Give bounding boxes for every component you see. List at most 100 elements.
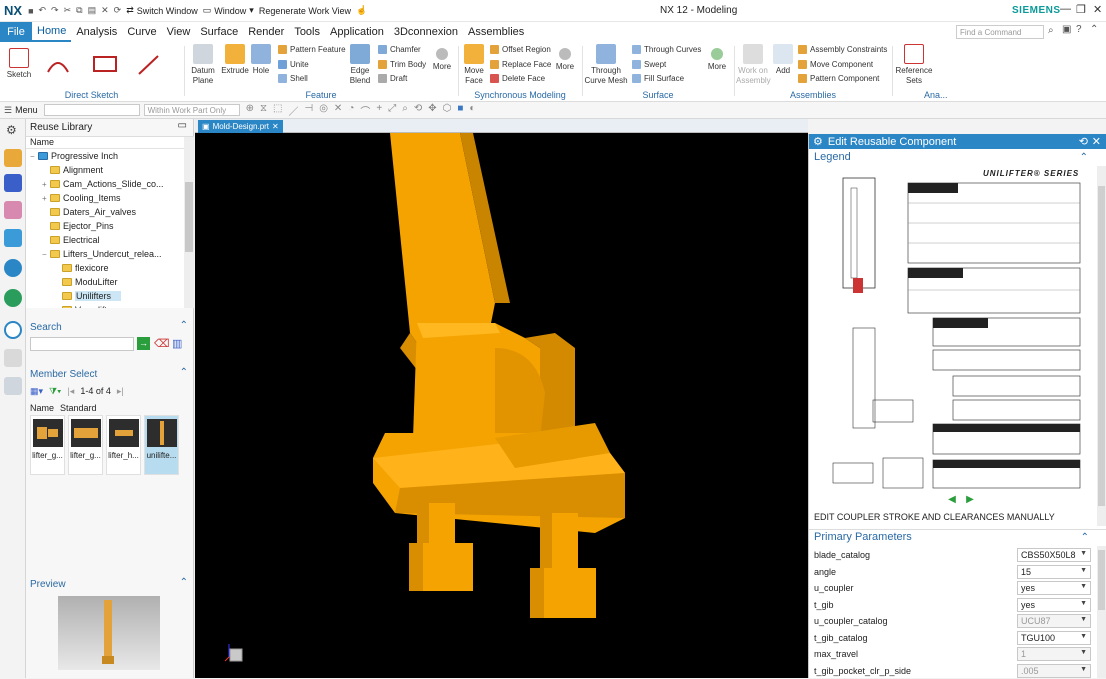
history-icon[interactable] <box>4 321 22 339</box>
extrude-button[interactable]: Extrude <box>220 44 250 76</box>
fit-icon[interactable]: ⤢ <box>388 103 396 118</box>
maximize-panel-icon[interactable]: ▭ <box>178 120 187 131</box>
tab-analysis[interactable]: Analysis <box>71 22 122 42</box>
tree-item[interactable]: − Progressive Inch <box>26 149 194 163</box>
point-on-curve-icon[interactable]: ⌒ <box>360 103 370 118</box>
pattern-feature-button[interactable]: Pattern Feature <box>278 45 346 54</box>
member-item[interactable]: lifter_h... <box>106 415 141 475</box>
parameter-value-dropdown[interactable]: yes ▼ <box>1017 581 1091 595</box>
menu-icon[interactable]: ☰ <box>4 105 12 116</box>
layout-icon[interactable]: ▣ <box>1062 24 1071 35</box>
chevron-up-icon[interactable]: ⌃ <box>1081 532 1089 543</box>
sketch-button[interactable]: Sketch <box>4 48 34 80</box>
move-component-button[interactable]: Move Component <box>798 60 873 69</box>
web-browser-icon[interactable] <box>4 289 22 307</box>
find-command-input[interactable]: Find a Command <box>956 25 1044 39</box>
member-item[interactable]: lifter_g... <box>68 415 103 475</box>
type-filter-dropdown[interactable] <box>43 104 140 116</box>
synchronous-more-button[interactable]: More <box>552 48 578 72</box>
parameter-value-dropdown[interactable]: 15 ▼ <box>1017 564 1091 579</box>
graphics-window[interactable]: ▣ Mold-Design.prt ✕ <box>195 119 808 678</box>
previous-page-icon[interactable]: |◂ <box>67 386 74 397</box>
expander-icon[interactable]: + <box>42 180 50 189</box>
tab-view[interactable]: View <box>162 22 196 42</box>
reference-sets-button[interactable]: Reference Sets <box>894 44 934 86</box>
minimize-icon[interactable]: — <box>1060 3 1071 15</box>
swept-button[interactable]: Swept <box>632 60 666 69</box>
tree-item[interactable]: Versalifter <box>26 303 194 308</box>
tree-item[interactable]: Electrical <box>26 233 194 247</box>
chevron-up-icon[interactable]: ⌃ <box>180 367 188 378</box>
filter-icon[interactable]: ⧩▾ <box>49 386 61 397</box>
close-icon[interactable]: ✕ <box>1092 135 1101 148</box>
gear-icon[interactable]: ⚙ <box>813 135 823 148</box>
tab-assemblies[interactable]: Assemblies <box>463 22 529 42</box>
datum-plane-button[interactable]: Datum Plane <box>188 44 218 86</box>
trim-body-button[interactable]: Trim Body <box>378 60 426 69</box>
show-hide-icon[interactable]: ◐ <box>469 103 475 118</box>
search-input[interactable] <box>30 337 134 351</box>
undo-icon[interactable]: ↶ <box>39 5 47 16</box>
repeat-icon[interactable]: ⟳ <box>114 5 122 16</box>
close-icon[interactable]: ✕ <box>272 122 279 131</box>
tab-home[interactable]: Home <box>32 22 72 42</box>
chevron-up-icon[interactable]: ⌃ <box>180 320 188 331</box>
reuse-library-icon[interactable] <box>4 229 22 247</box>
mid-point-icon[interactable]: ⊣ <box>304 103 313 118</box>
existing-point-icon[interactable]: + <box>376 103 382 118</box>
intersection-icon[interactable]: ✕ <box>334 103 342 118</box>
help-icon[interactable]: ? <box>1076 24 1082 35</box>
orient-view-icon[interactable]: ⬡ <box>443 103 452 118</box>
work-on-assembly-button[interactable]: Work on Assembly <box>736 44 771 86</box>
search-icon[interactable]: ⌕ <box>1048 25 1054 36</box>
selection-scope-dropdown[interactable]: Within Work Part Only <box>143 104 240 116</box>
render-style-icon[interactable]: ■ <box>457 103 463 118</box>
fill-surface-button[interactable]: Fill Surface <box>632 74 684 83</box>
tree-scroll-thumb[interactable] <box>185 182 193 252</box>
filter-icon[interactable]: ⧖ <box>260 103 267 118</box>
legend-scrollbar[interactable] <box>1097 166 1106 526</box>
window-menu-button[interactable]: ▭ Window ▾ <box>203 5 254 16</box>
gear-icon[interactable]: ⚙ <box>6 123 17 137</box>
document-tab[interactable]: ▣ Mold-Design.prt ✕ <box>198 120 283 133</box>
next-legend-icon[interactable]: ▶ <box>963 494 977 506</box>
snap-point-icon[interactable]: ⊕ <box>246 103 254 118</box>
tab-surface[interactable]: Surface <box>195 22 243 42</box>
menu-button[interactable]: Menu <box>15 105 38 115</box>
previous-legend-icon[interactable]: ◀ <box>945 494 959 506</box>
unite-button[interactable]: Unite <box>278 60 309 69</box>
add-component-button[interactable]: Add <box>772 44 794 76</box>
pan-icon[interactable]: ✥ <box>428 103 436 118</box>
shell-button[interactable]: Shell <box>278 74 308 83</box>
select-all-icon[interactable]: ⬚ <box>273 103 282 118</box>
expander-icon[interactable]: − <box>42 250 50 259</box>
tree-scrollbar[interactable] <box>184 137 194 308</box>
tree-item[interactable]: Ejector_Pins <box>26 219 194 233</box>
parameter-value-dropdown[interactable]: CBS50X50L8 ▼ <box>1017 548 1091 562</box>
tab-tools[interactable]: Tools <box>289 22 325 42</box>
replace-face-button[interactable]: Replace Face <box>490 60 551 69</box>
roles-icon[interactable] <box>4 377 22 395</box>
feature-more-button[interactable]: More <box>430 48 454 72</box>
through-curves-button[interactable]: Through Curves <box>632 45 701 54</box>
tree-item[interactable]: + Cam_Actions_Slide_co... <box>26 177 194 191</box>
view-mode-icon[interactable]: ▦▾ <box>30 386 43 397</box>
advanced-search-icon[interactable]: ▥ <box>172 337 182 350</box>
quadrant-icon[interactable]: ◔ <box>348 103 354 118</box>
end-point-icon[interactable]: ／ <box>288 103 298 118</box>
switch-window-button[interactable]: ⇄ Switch Window <box>126 5 198 16</box>
tree-item[interactable]: flexicore <box>26 261 194 275</box>
center-icon[interactable]: ◎ <box>319 103 328 118</box>
offset-region-button[interactable]: Offset Region <box>490 45 551 54</box>
search-go-icon[interactable]: → <box>137 337 150 350</box>
cut-icon[interactable]: ✂ <box>64 5 72 16</box>
rotate-icon[interactable]: ⟲ <box>414 103 422 118</box>
maximize-icon[interactable]: ❐ <box>1076 3 1086 16</box>
tree-item[interactable]: + Cooling_Items <box>26 191 194 205</box>
paste-icon[interactable]: ▤ <box>88 5 97 16</box>
lifter-model[interactable] <box>195 133 808 678</box>
legend-scroll-thumb[interactable] <box>1098 186 1105 506</box>
move-face-button[interactable]: Move Face <box>460 44 488 86</box>
chamfer-button[interactable]: Chamfer <box>378 45 421 54</box>
member-item-selected[interactable]: unilifte... <box>144 415 179 475</box>
